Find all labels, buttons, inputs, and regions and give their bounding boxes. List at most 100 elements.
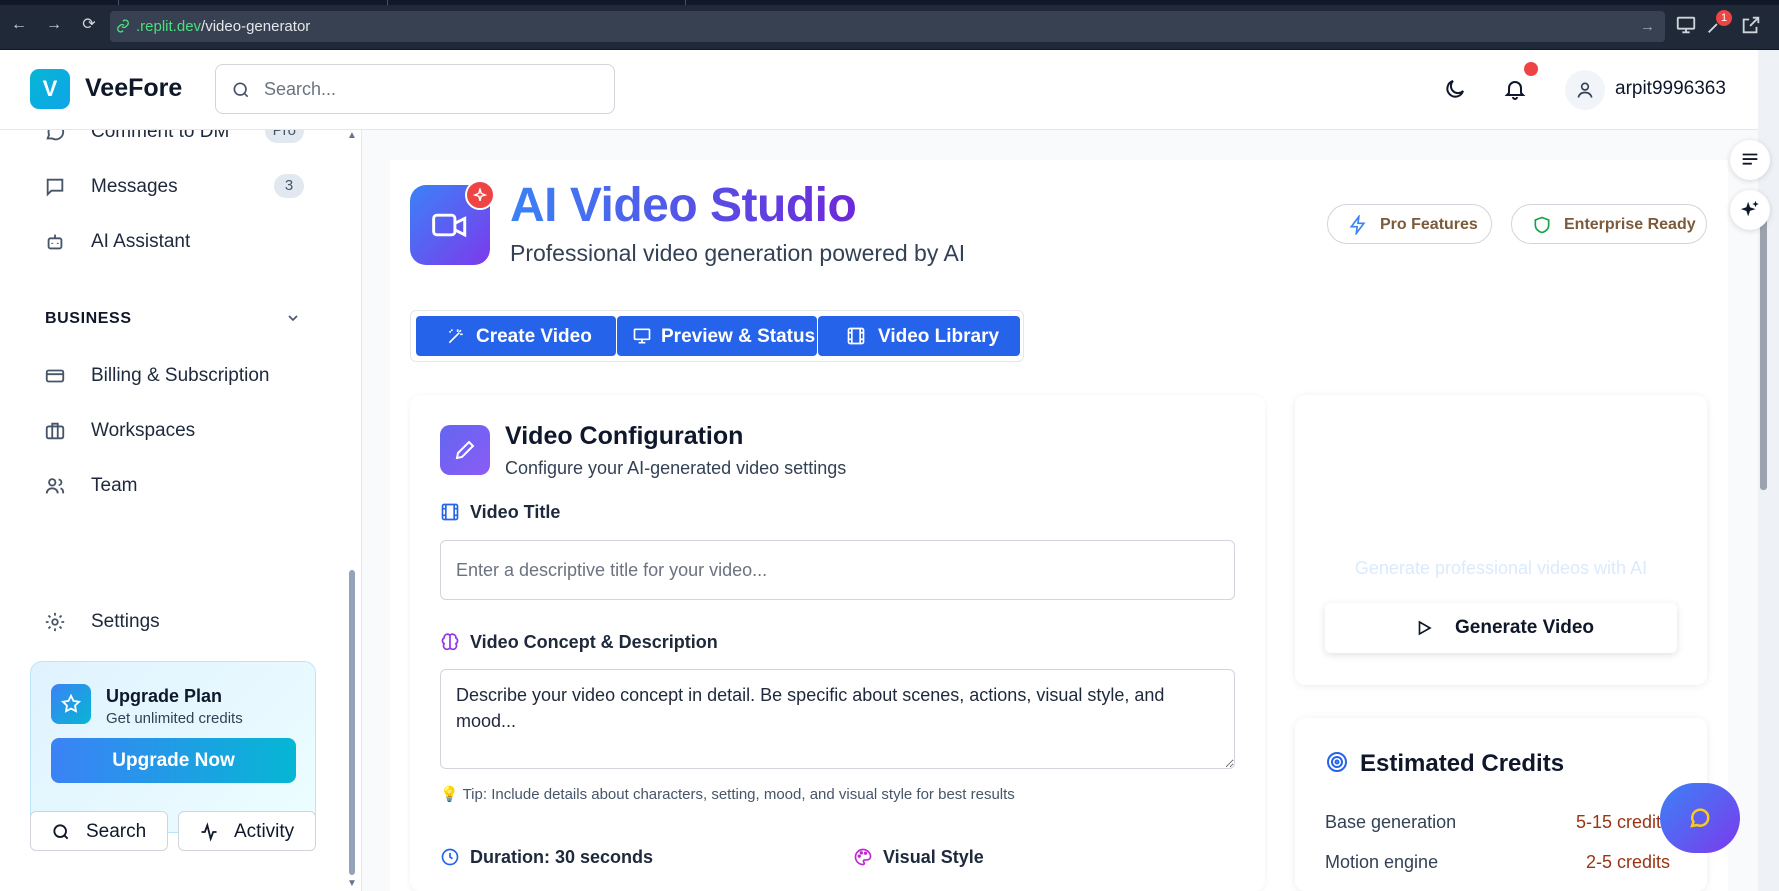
- sidebar-item-ai-assistant[interactable]: AI Assistant: [44, 227, 304, 257]
- sidebar-scrollbar[interactable]: [349, 570, 355, 875]
- back-icon[interactable]: ←: [8, 14, 30, 36]
- tab-strip: [0, 0, 1779, 5]
- reload-icon[interactable]: ⟳: [78, 14, 100, 36]
- magic-wand-icon: [448, 329, 463, 344]
- sidebar-item-workspaces[interactable]: Workspaces: [44, 416, 304, 446]
- section-title-business: BUSINESS: [45, 310, 132, 327]
- bell-icon[interactable]: [1503, 77, 1527, 101]
- upgrade-title: Upgrade Plan: [106, 686, 223, 706]
- tab-create-video[interactable]: Create Video: [416, 316, 616, 356]
- edit-pen-icon: [440, 425, 490, 475]
- go-icon[interactable]: →: [1640, 11, 1655, 42]
- search-icon: [233, 82, 249, 98]
- address-bar[interactable]: .replit.dev/video-generator →: [110, 11, 1665, 42]
- open-external-icon[interactable]: [1740, 14, 1762, 36]
- dark-mode-icon[interactable]: [1443, 77, 1467, 101]
- chevron-down-icon[interactable]: [285, 310, 301, 326]
- video-concept-textarea[interactable]: [440, 669, 1235, 769]
- upgrade-now-button[interactable]: Upgrade Now: [51, 738, 296, 783]
- page-scrollbar[interactable]: [1760, 210, 1767, 490]
- video-title-input[interactable]: [440, 540, 1235, 600]
- briefcase-icon: [45, 422, 65, 440]
- visual-style-label: Visual Style: [854, 847, 984, 868]
- pro-features-badge: Pro Features: [1327, 204, 1492, 244]
- sidebar-item-label: Team: [91, 475, 138, 496]
- tip-text: 💡 Tip: Include details about characters,…: [440, 786, 1015, 803]
- url-domain: .replit.dev: [136, 18, 202, 35]
- star-icon: [51, 684, 91, 724]
- sidebar-item-label: Messages: [91, 176, 178, 197]
- activity-button[interactable]: Activity: [178, 811, 316, 851]
- credit-row-value: 5-15 credits: [1576, 812, 1671, 832]
- generate-hint-text: Generate professional videos with AI: [1354, 558, 1648, 578]
- search-box[interactable]: [215, 64, 615, 114]
- app-name[interactable]: VeeFore: [85, 74, 182, 103]
- sidebar-item-label: Settings: [91, 611, 160, 632]
- count-badge: 3: [274, 174, 304, 198]
- pro-badge: Pro: [264, 130, 304, 143]
- gear-icon: [45, 612, 65, 632]
- link-icon: [117, 19, 129, 33]
- list-icon: [1742, 153, 1758, 165]
- sidebar-item-comment-to-dm[interactable]: Comment to DM Pro: [44, 130, 304, 147]
- sidebar: Comment to DM Pro Messages 3 AI Assistan…: [0, 130, 362, 891]
- monitor-icon[interactable]: [1675, 14, 1697, 36]
- credit-row-value: 2-5 credits: [1586, 852, 1671, 872]
- sidebar-item-label: Workspaces: [91, 420, 196, 441]
- sidebar-item-settings[interactable]: Settings: [44, 607, 304, 637]
- sidebar-item-messages[interactable]: Messages 3: [44, 172, 304, 202]
- browser-toolbar: ← → ⟳ .replit.dev/video-generator → 1: [0, 0, 1779, 50]
- forward-icon[interactable]: →: [43, 14, 65, 36]
- activity-icon: [201, 822, 217, 842]
- users-icon: [45, 478, 65, 494]
- generate-video-button[interactable]: Generate Video: [1325, 603, 1677, 653]
- username[interactable]: arpit9996363: [1615, 78, 1726, 100]
- duration-label: Duration: 30 seconds: [441, 847, 653, 868]
- film-icon: [847, 327, 865, 345]
- ai-sparkle-button[interactable]: [1730, 190, 1770, 230]
- comment-icon: [46, 130, 65, 141]
- bot-icon: [47, 234, 63, 250]
- sidebar-item-label: Billing & Subscription: [91, 365, 270, 386]
- user-icon: [1577, 82, 1593, 98]
- upgrade-subtitle: Get unlimited credits: [106, 710, 243, 727]
- tab-bar: Create Video Preview & Status Video Libr…: [410, 310, 1024, 362]
- notification-dot: [1524, 62, 1538, 76]
- video-concept-label: Video Concept & Description: [441, 632, 718, 653]
- tab-preview-status[interactable]: Preview & Status: [617, 316, 817, 356]
- sidebar-item-billing[interactable]: Billing & Subscription: [44, 361, 304, 391]
- activity-button-label: Activity: [234, 821, 295, 842]
- search-icon: [53, 824, 69, 840]
- search-input[interactable]: [264, 77, 594, 101]
- film-icon: [441, 503, 459, 521]
- palette-icon: [854, 848, 872, 866]
- section-title: Video Configuration: [505, 422, 744, 450]
- page-subtitle: Professional video generation powered by…: [510, 240, 966, 266]
- avatar[interactable]: [1565, 70, 1605, 110]
- app-logo[interactable]: V: [30, 69, 70, 109]
- sparkle-badge-icon: [465, 180, 495, 210]
- scroll-up-arrow[interactable]: ▲: [347, 130, 357, 141]
- video-title-label: Video Title: [441, 502, 560, 523]
- tab-video-library[interactable]: Video Library: [818, 316, 1020, 356]
- message-icon: [46, 178, 64, 197]
- brain-icon: [441, 633, 459, 651]
- play-icon: [1418, 620, 1432, 636]
- credit-card-icon: [45, 369, 65, 383]
- chat-fab-button[interactable]: [1660, 783, 1740, 853]
- extension-badge: 1: [1716, 10, 1732, 26]
- sidebar-search-button[interactable]: Search: [30, 811, 168, 851]
- credits-values-clip: 5-15 credits 2-5 credits: [1295, 718, 1678, 891]
- scroll-down-arrow[interactable]: ▼: [347, 878, 357, 889]
- enterprise-ready-badge: Enterprise Ready: [1511, 204, 1707, 244]
- sidebar-item-label: Comment to DM: [91, 130, 230, 142]
- chat-icon: [1690, 808, 1710, 828]
- search-button-label: Search: [86, 821, 147, 842]
- upgrade-card: Upgrade Plan Get unlimited credits Upgra…: [30, 661, 316, 833]
- sidebar-item-team[interactable]: Team: [44, 471, 304, 501]
- text-tool-button[interactable]: [1730, 140, 1770, 180]
- lightning-icon: [1349, 215, 1366, 235]
- shield-icon: [1534, 216, 1550, 234]
- page-title: AI Video Studio: [510, 179, 857, 232]
- monitor-icon: [633, 328, 651, 344]
